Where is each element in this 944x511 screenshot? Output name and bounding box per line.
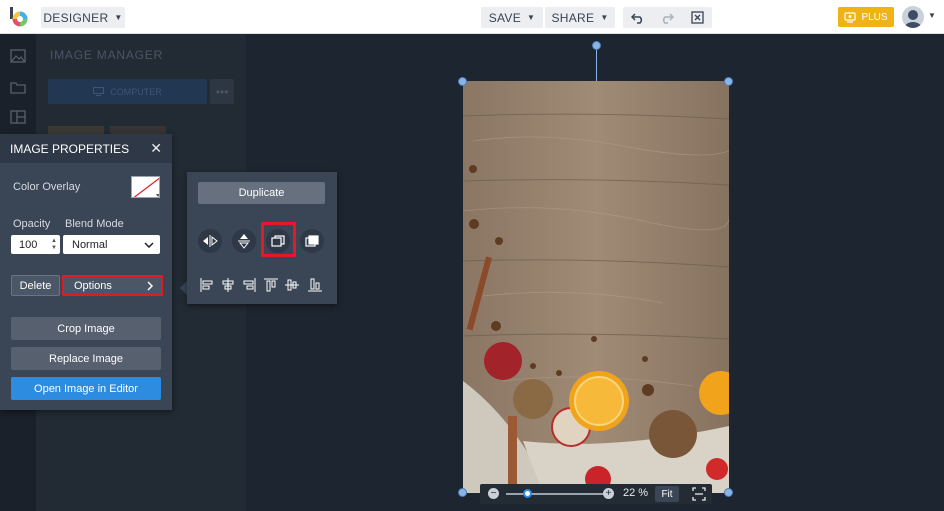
image-properties-panel: IMAGE PROPERTIES ✕ Color Overlay Opacity… (0, 134, 172, 410)
opacity-value: 100 (19, 238, 38, 251)
zoom-out-icon[interactable]: − (488, 488, 499, 499)
image-properties-title: IMAGE PROPERTIES (10, 141, 130, 156)
chevron-down-icon: ▼ (527, 13, 536, 22)
duplicate-button[interactable]: Duplicate (198, 182, 325, 204)
share-label: SHARE (551, 10, 595, 25)
delete-label: Delete (19, 279, 52, 292)
computer-label: COMPUTER (110, 86, 162, 97)
chevron-down-icon: ▼ (600, 13, 609, 22)
zoom-bar: − + 22 % Fit (480, 484, 712, 504)
plus-badge-icon (844, 11, 857, 23)
open-editor-label: Open Image in Editor (34, 382, 138, 395)
zoom-level-value: 22 % (623, 487, 649, 499)
send-backward-icon[interactable] (300, 229, 324, 253)
chevron-down-icon: ▼ (114, 13, 123, 22)
replace-label: Replace Image (49, 352, 123, 365)
fit-label: Fit (661, 488, 673, 500)
resize-handle-top-left[interactable] (458, 77, 467, 86)
image-icon[interactable] (10, 49, 26, 63)
color-overlay-label: Color Overlay (13, 181, 81, 193)
image-manager-title: IMAGE MANAGER (50, 48, 164, 62)
plus-upgrade-button[interactable]: PLUS (838, 7, 894, 27)
delete-button[interactable]: Delete (11, 275, 60, 296)
plus-label: PLUS (861, 11, 888, 23)
align-center-icon[interactable] (220, 278, 236, 292)
resize-handle-top-right[interactable] (724, 77, 733, 86)
replace-image-button[interactable]: Replace Image (11, 347, 161, 370)
chevron-down-icon[interactable]: ▼ (928, 11, 936, 20)
blend-mode-label: Blend Mode (65, 218, 124, 230)
fit-button[interactable]: Fit (655, 486, 679, 502)
close-design-icon[interactable] (686, 7, 708, 28)
crop-label: Crop Image (57, 322, 115, 335)
resize-handle-bottom-right[interactable] (724, 488, 733, 497)
more-options-button[interactable]: ••• (210, 79, 234, 104)
designer-mode-label: DESIGNER (43, 10, 109, 25)
opacity-stepper[interactable]: ▲ ▼ (51, 237, 58, 252)
flip-horizontal-icon[interactable] (198, 229, 222, 253)
rotation-handle[interactable] (592, 41, 601, 50)
undo-icon[interactable] (627, 7, 649, 28)
save-label: SAVE (488, 10, 522, 25)
computer-upload-button[interactable]: COMPUTER (48, 79, 207, 104)
align-right-icon[interactable] (241, 278, 257, 292)
avatar[interactable] (902, 6, 924, 28)
popup-pointer (180, 281, 187, 295)
resize-handle-bottom-left[interactable] (458, 488, 467, 497)
monitor-icon (93, 87, 105, 96)
fullscreen-icon[interactable] (692, 487, 706, 501)
blend-mode-value: Normal (72, 238, 108, 251)
options-popup: Duplicate (187, 172, 337, 304)
chevron-right-icon (147, 280, 153, 291)
save-button[interactable]: SAVE ▼ (481, 7, 543, 28)
zoom-slider[interactable] (506, 493, 606, 495)
canvas-image[interactable] (463, 81, 729, 493)
zoom-slider-handle[interactable] (522, 489, 532, 498)
crop-image-button[interactable]: Crop Image (11, 317, 161, 340)
align-middle-icon[interactable] (284, 278, 300, 292)
align-left-icon[interactable] (199, 278, 215, 292)
blend-mode-select[interactable]: Normal (63, 235, 160, 254)
opacity-label: Opacity (13, 218, 51, 230)
layout-icon[interactable] (10, 110, 26, 124)
app-logo-icon[interactable] (9, 7, 29, 27)
redo-icon[interactable] (656, 7, 678, 28)
opacity-input[interactable]: 100 ▲ ▼ (11, 235, 60, 254)
share-button[interactable]: SHARE ▼ (545, 7, 615, 28)
flip-vertical-icon[interactable] (232, 229, 256, 253)
color-overlay-swatch[interactable] (131, 176, 160, 198)
options-label: Options (74, 279, 112, 292)
designer-mode-dropdown[interactable]: DESIGNER ▼ (41, 7, 125, 28)
top-bar: DESIGNER ▼ SAVE ▼ SHARE ▼ PLUS ▼ (0, 0, 944, 34)
align-top-icon[interactable] (263, 278, 279, 292)
open-in-editor-button[interactable]: Open Image in Editor (11, 377, 161, 400)
zoom-in-icon[interactable]: + (603, 488, 614, 499)
folder-icon[interactable] (10, 80, 26, 94)
options-button[interactable]: Options (62, 275, 163, 296)
chevron-down-icon (144, 241, 154, 248)
rotation-line (596, 45, 597, 81)
bring-forward-highlight (261, 222, 296, 257)
close-icon[interactable]: ✕ (150, 140, 162, 157)
image-properties-header: IMAGE PROPERTIES ✕ (0, 134, 172, 163)
duplicate-label: Duplicate (238, 187, 285, 199)
align-bottom-icon[interactable] (307, 278, 323, 292)
